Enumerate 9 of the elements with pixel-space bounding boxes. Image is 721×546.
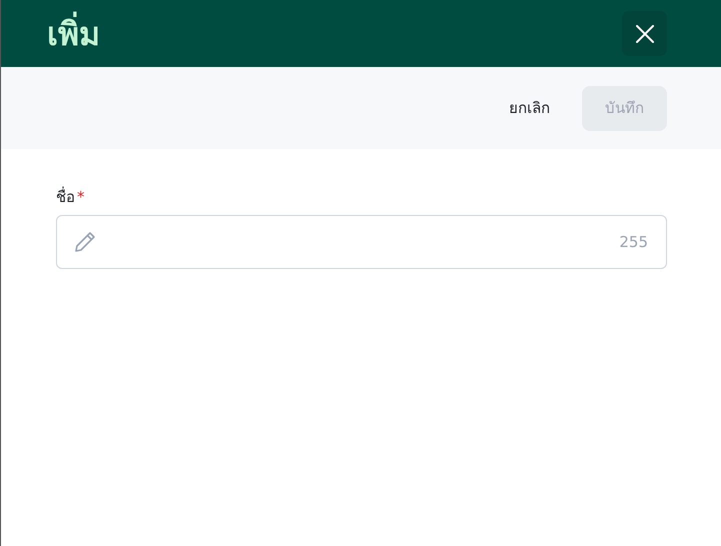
required-mark: * [77,188,84,206]
character-counter: 255 [619,233,648,251]
pencil-icon [73,230,97,254]
dialog-title: เพิ่ม [47,8,100,59]
close-button[interactable] [622,11,667,56]
name-field[interactable]: 255 [56,215,667,269]
cancel-button[interactable]: ยกเลิก [507,88,552,128]
close-icon [636,24,654,42]
field-label: ชื่อ* [56,186,86,208]
